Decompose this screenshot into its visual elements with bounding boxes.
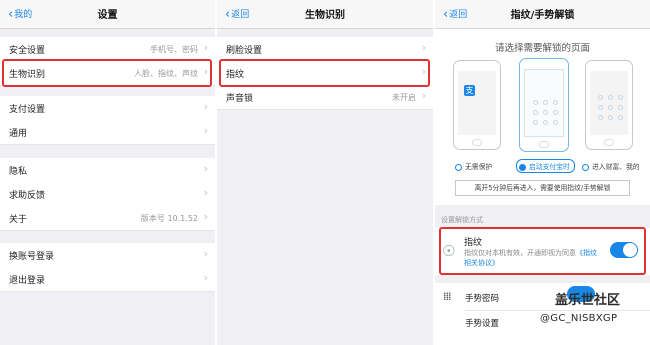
row-help-feedback[interactable]: 求助反馈 › <box>0 182 215 207</box>
gesture-settings-row[interactable]: 手势设置 <box>465 317 499 329</box>
choose-page-prompt: 请选择需要解锁的页面 <box>494 43 590 54</box>
chevron-right-icon: › <box>203 41 208 54</box>
row-general[interactable]: 通用 › <box>0 120 215 145</box>
nav-bar: ‹我的 设置 <box>0 0 215 29</box>
row-privacy[interactable]: 隐私 › <box>0 158 215 183</box>
page-title: 生物识别 <box>305 10 345 21</box>
settings-panel: ‹我的 设置 安全设置 手机号、密码 › 生物识别 人脸、指纹、声纹 › 支付设… <box>0 0 215 345</box>
nav-bar: ‹返回 指纹/手势解锁 <box>435 0 650 29</box>
screenshot-collage: ‹我的 设置 安全设置 手机号、密码 › 生物识别 人脸、指纹、声纹 › 支付设… <box>0 0 650 345</box>
row-voice-lock[interactable]: 声音锁 未开启 › <box>217 85 433 110</box>
highlight-box <box>2 59 212 87</box>
phone-preview-app-launch[interactable] <box>519 58 569 152</box>
gesture-password-label: 手势密码 <box>465 294 500 304</box>
watermark-title: 盖乐世社区 <box>555 293 621 308</box>
chevron-right-icon: › <box>203 210 208 223</box>
row-logout[interactable]: 退出登录 › <box>0 267 215 292</box>
option-on-app-launch[interactable]: 启动支付宝时 <box>516 159 575 173</box>
check-circle-icon <box>519 164 526 171</box>
option-wealth-mine[interactable]: 进入财富、我的 <box>582 161 640 171</box>
phone-preview-wealth[interactable] <box>585 60 633 150</box>
chevron-right-icon: › <box>203 186 208 199</box>
nav-bar: ‹返回 生物识别 <box>217 0 433 29</box>
watermark-handle: @GC_NISBXGP <box>540 313 618 324</box>
phone-preview-none[interactable]: 支 <box>453 60 501 150</box>
page-title: 设置 <box>97 10 118 21</box>
chevron-right-icon: › <box>421 41 426 54</box>
row-payment-settings[interactable]: 支付设置 › <box>0 96 215 121</box>
page-title: 指纹/手势解锁 <box>510 10 575 21</box>
chevron-right-icon: › <box>421 89 426 102</box>
option-no-protection[interactable]: 无需保护 <box>455 161 492 171</box>
radio-icon <box>582 164 589 171</box>
row-switch-account[interactable]: 换账号登录 › <box>0 243 215 268</box>
highlight-box <box>219 59 430 87</box>
chevron-right-icon: › <box>203 162 208 175</box>
alipay-app-icon: 支 <box>464 85 475 96</box>
gesture-grid-icon: ⁞⁞⁞ <box>443 290 451 303</box>
chevron-right-icon: › <box>203 100 208 113</box>
unlock-tip: 离开5分钟后再进入，需要使用指纹/手势解锁 <box>455 180 630 196</box>
highlight-box <box>439 227 646 275</box>
radio-icon <box>455 164 462 171</box>
chevron-right-icon: › <box>203 271 208 284</box>
chevron-right-icon: › <box>203 124 208 137</box>
section-label: 设置解锁方式 <box>441 216 483 224</box>
row-about[interactable]: 关于 版本号 10.1.52 › <box>0 206 215 231</box>
biometrics-panel: ‹返回 生物识别 刷脸设置 › 指纹 › 声音锁 未开启 › <box>217 0 433 345</box>
chevron-right-icon: › <box>203 247 208 260</box>
